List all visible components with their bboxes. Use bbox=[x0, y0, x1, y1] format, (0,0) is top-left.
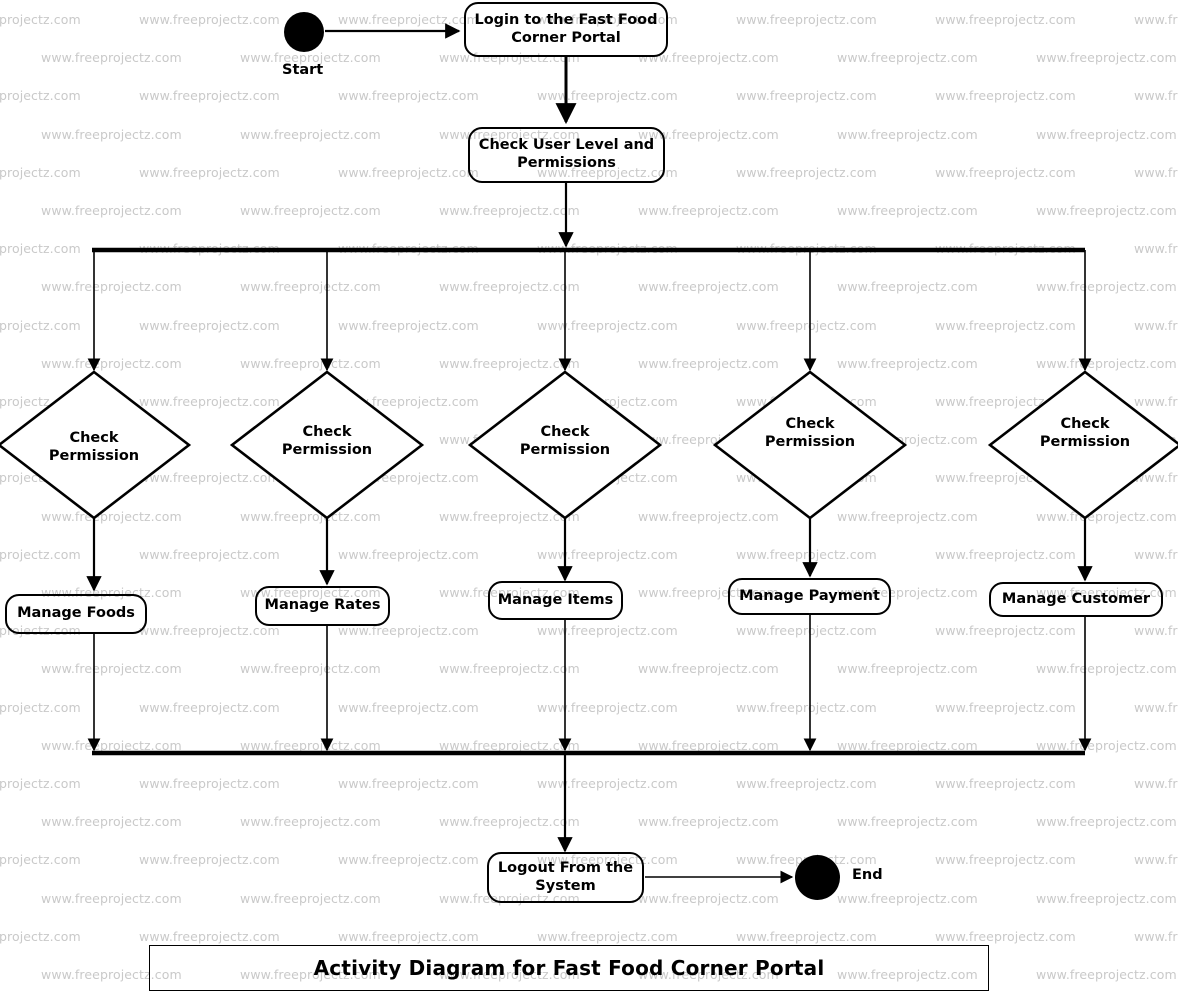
start-label: Start bbox=[282, 62, 324, 78]
start-node[interactable] bbox=[284, 12, 324, 52]
end-label: End bbox=[852, 867, 883, 883]
activity-manage-foods[interactable]: Manage Foods bbox=[5, 594, 147, 634]
activity-manage-customer[interactable]: Manage Customer bbox=[989, 582, 1163, 617]
activity-login[interactable]: Login to the Fast Food Corner Portal bbox=[464, 2, 668, 57]
decision-label-4: Check Permission bbox=[760, 416, 860, 451]
diagram-content: Start Login to the Fast Food Corner Port… bbox=[0, 0, 1178, 994]
activity-diagram-canvas: www.freeprojectz.comwww.freeprojectz.com… bbox=[0, 0, 1178, 994]
decision-text-5: Check Permission bbox=[1039, 416, 1131, 450]
decision-label-1: Check Permission bbox=[44, 430, 144, 465]
diagram-title: Activity Diagram for Fast Food Corner Po… bbox=[313, 956, 825, 980]
activity-logout[interactable]: Logout From the System bbox=[487, 852, 644, 903]
decision-text-1: Check Permission bbox=[48, 430, 140, 464]
decision-text-3: Check Permission bbox=[519, 424, 611, 458]
activity-manage-payment[interactable]: Manage Payment bbox=[728, 578, 891, 615]
diagram-title-bar: Activity Diagram for Fast Food Corner Po… bbox=[149, 945, 989, 991]
decision-text-2: Check Permission bbox=[281, 424, 373, 458]
end-node[interactable] bbox=[795, 855, 840, 900]
decision-text-4: Check Permission bbox=[764, 416, 856, 450]
decision-label-3: Check Permission bbox=[515, 424, 615, 459]
activity-check-user-level[interactable]: Check User Level and Permissions bbox=[468, 127, 665, 183]
activity-manage-items[interactable]: Manage Items bbox=[488, 581, 623, 620]
decision-label-5: Check Permission bbox=[1035, 416, 1135, 451]
activity-manage-rates[interactable]: Manage Rates bbox=[255, 586, 390, 626]
decision-label-2: Check Permission bbox=[277, 424, 377, 459]
